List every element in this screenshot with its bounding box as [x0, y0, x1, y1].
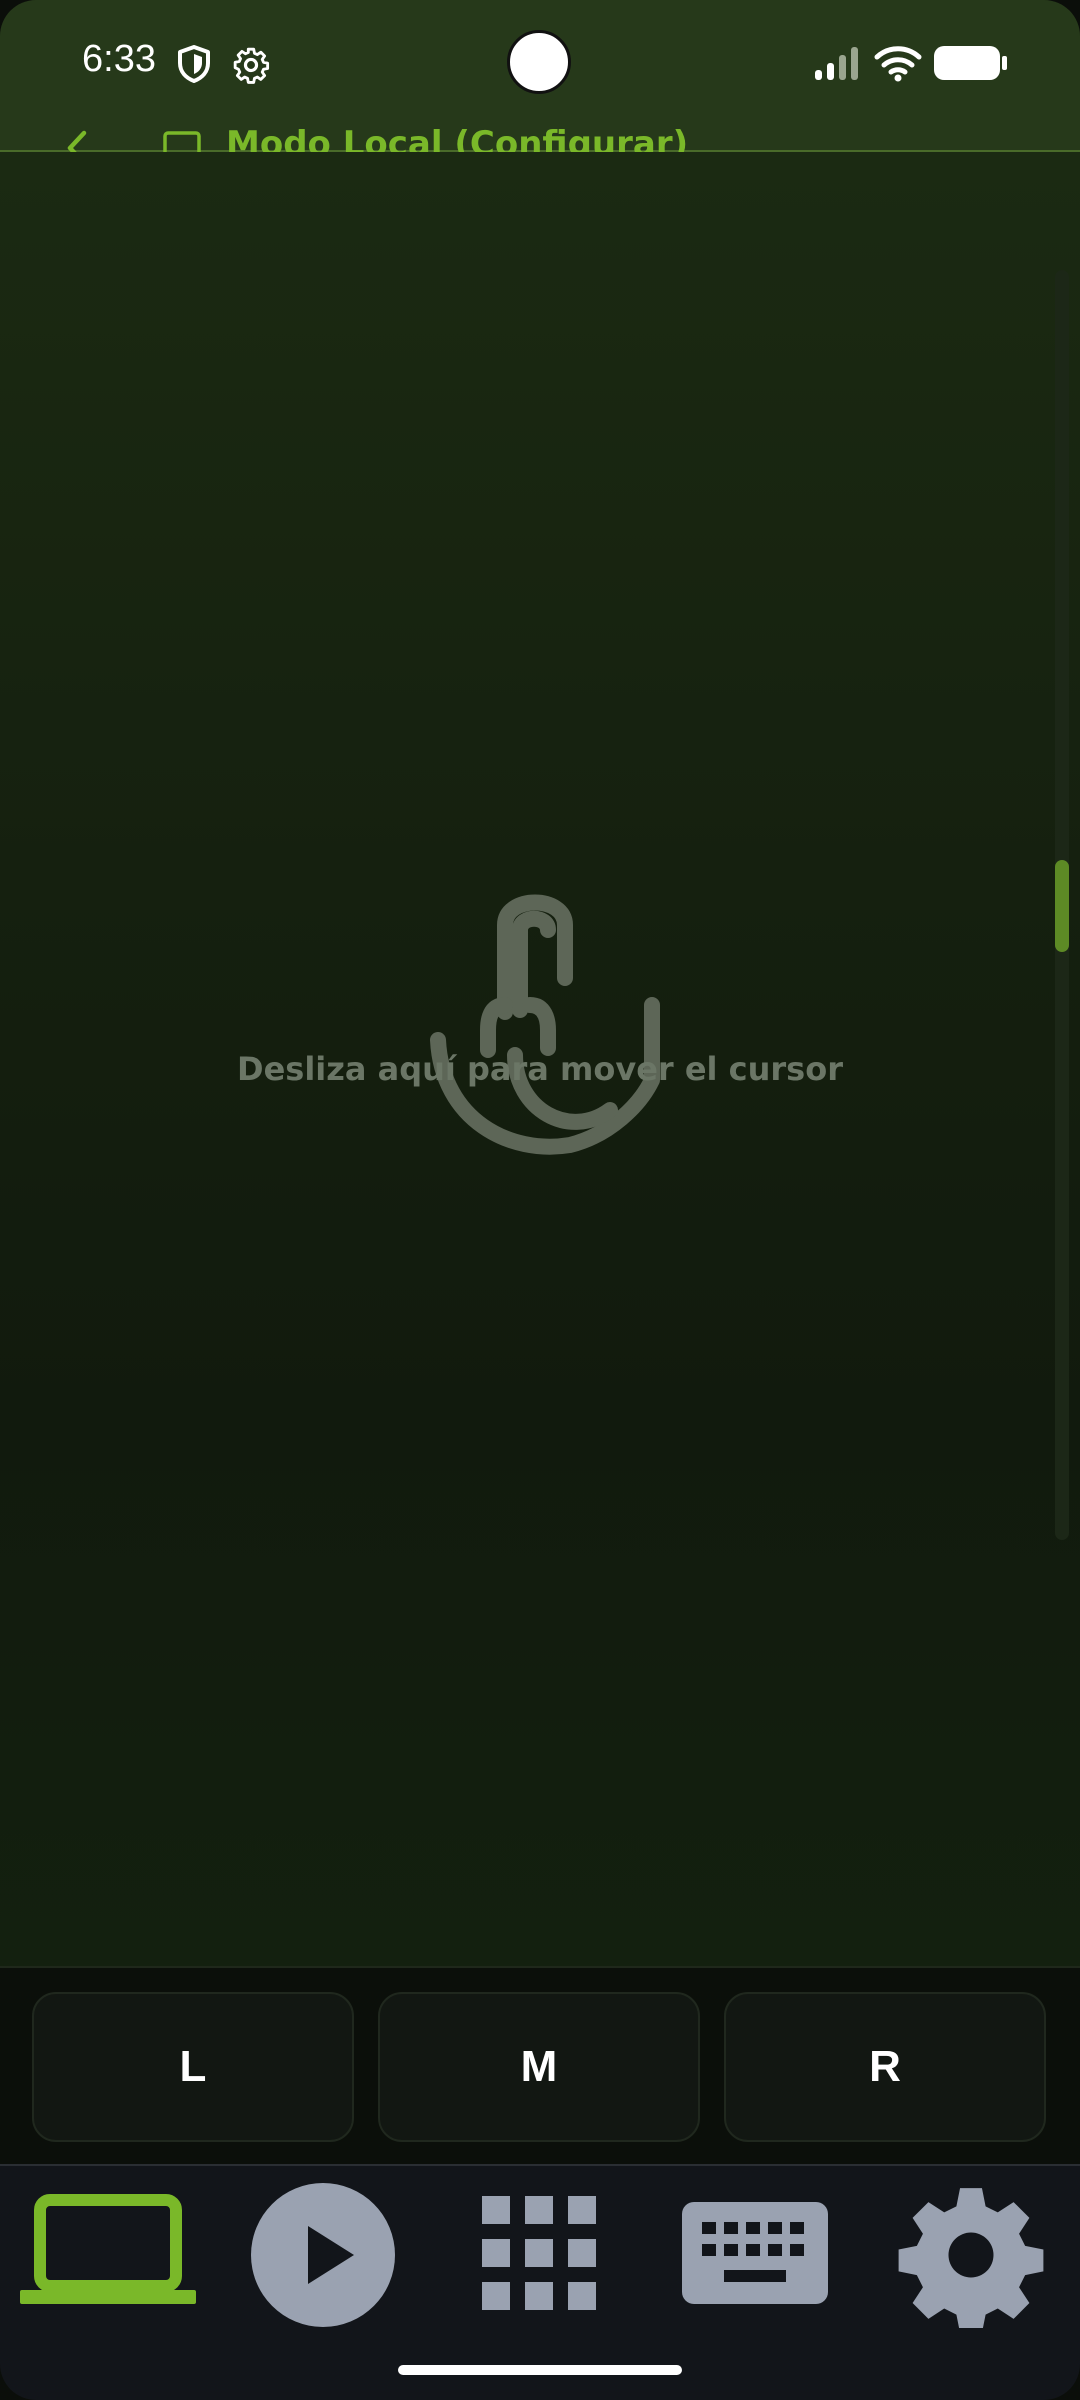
signal-icon [815, 47, 858, 80]
touchpad-hint: Desliza aquí para mover el cursor [237, 1050, 843, 1088]
settings-icon [898, 2188, 1044, 2328]
play-icon [251, 2183, 395, 2327]
nav-laptop-tab[interactable] [20, 2194, 196, 2306]
touch-gesture-icon [430, 894, 660, 1155]
nav-play-tab[interactable] [250, 2182, 396, 2328]
middle-click-button[interactable]: M [378, 1992, 700, 2142]
nav-settings-tab[interactable] [898, 2182, 1044, 2328]
gear-icon [233, 47, 270, 84]
keyboard-icon [682, 2202, 828, 2304]
left-click-button[interactable]: L [32, 1992, 354, 2142]
front-camera [507, 30, 571, 94]
apps-grid-icon [482, 2196, 596, 2310]
shield-icon [178, 45, 210, 83]
nav-apps-tab[interactable] [480, 2194, 598, 2312]
status-time: 6:33 [82, 38, 156, 80]
mouse-button-bar: L M R [0, 1966, 1080, 2166]
nav-keyboard-tab[interactable] [682, 2202, 828, 2304]
wifi-icon [874, 46, 922, 82]
app-screen: 6:33 Modo Local (Configurar) Desliza aqu… [0, 0, 1080, 2400]
home-indicator[interactable] [398, 2365, 682, 2375]
laptop-icon [20, 2194, 196, 2304]
right-click-button[interactable]: R [724, 1992, 1046, 2142]
battery-icon [934, 46, 1007, 80]
scrollbar-thumb[interactable] [1055, 860, 1069, 952]
